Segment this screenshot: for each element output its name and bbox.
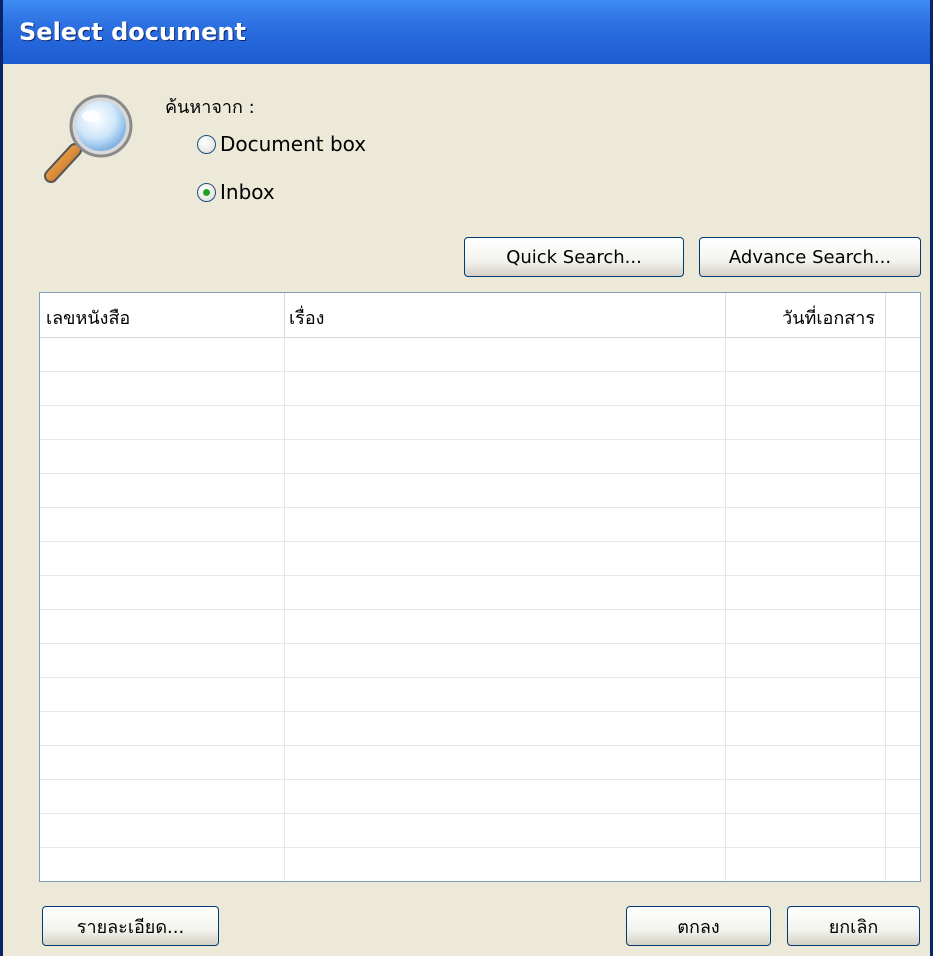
table-row [40, 746, 920, 780]
window-title: Select document [3, 0, 930, 64]
ok-button[interactable]: ตกลง [626, 906, 771, 946]
table-row [40, 508, 920, 542]
column-header-subject[interactable]: เรื่อง [285, 293, 726, 337]
table-row [40, 372, 920, 406]
table-row [40, 644, 920, 678]
quick-search-button[interactable]: Quick Search... [464, 237, 684, 277]
radio-button-selected[interactable] [197, 182, 216, 202]
radio-inbox[interactable]: Inbox [197, 176, 275, 208]
column-header-document-date[interactable]: วันที่เอกสาร [726, 293, 886, 337]
table-row [40, 814, 920, 848]
table-row [40, 576, 920, 610]
table-row [40, 780, 920, 814]
table-row [40, 338, 920, 372]
column-header-filler [886, 293, 920, 337]
radio-label: Document box [220, 132, 367, 156]
table-row [40, 406, 920, 440]
radio-button[interactable] [197, 134, 216, 154]
select-document-dialog: Select document ค้นหาจาก : Document box … [0, 0, 933, 956]
table-row [40, 712, 920, 746]
table-row [40, 542, 920, 576]
cancel-button[interactable]: ยกเลิก [787, 906, 920, 946]
search-from-label: ค้นหาจาก : [165, 97, 255, 118]
radio-document-box[interactable]: Document box [197, 128, 366, 160]
table-row [40, 848, 920, 881]
magnifier-icon [44, 94, 133, 183]
table-row [40, 474, 920, 508]
table-header: เลขหนังสือ เรื่อง วันที่เอกสาร [40, 293, 920, 338]
table-row [40, 678, 920, 712]
advance-search-button[interactable]: Advance Search... [699, 237, 921, 277]
radio-label: Inbox [220, 180, 275, 204]
table-row [40, 440, 920, 474]
table-row [40, 610, 920, 644]
document-table[interactable]: เลขหนังสือ เรื่อง วันที่เอกสาร [39, 292, 921, 882]
details-button[interactable]: รายละเอียด... [42, 906, 219, 946]
column-header-document-number[interactable]: เลขหนังสือ [40, 293, 285, 337]
table-body[interactable] [40, 338, 920, 881]
